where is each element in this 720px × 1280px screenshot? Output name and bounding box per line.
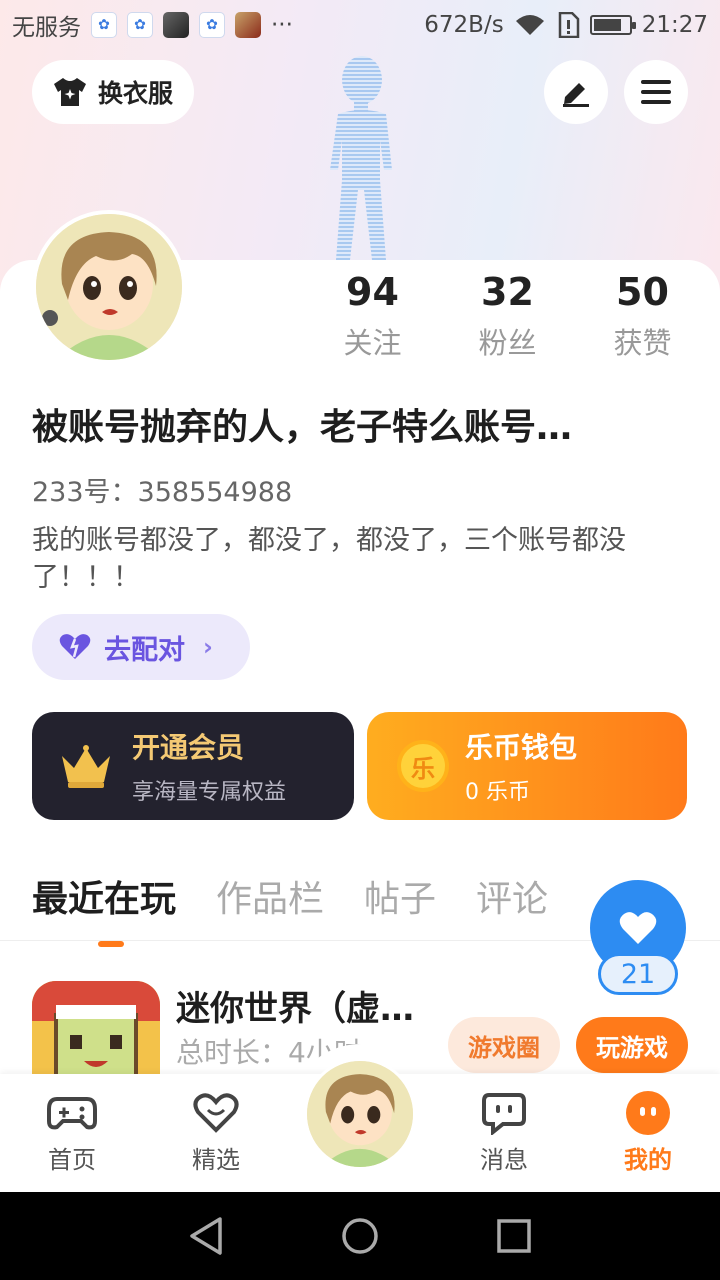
chevron-right-icon: › xyxy=(203,633,213,661)
nav-home-label: 首页 xyxy=(48,1146,96,1174)
pair-label: 去配对 xyxy=(104,634,185,666)
profile-face-icon xyxy=(626,1091,670,1135)
app-notification-icon xyxy=(235,12,261,38)
anime-girl-avatar-image xyxy=(36,214,182,360)
favorite-count-badge: 21 xyxy=(598,953,678,995)
nav-mine[interactable]: 我的 xyxy=(598,1090,698,1175)
network-speed: 672B/s xyxy=(424,12,504,38)
nav-mine-label: 我的 xyxy=(624,1146,672,1174)
profile-stats: 94 关注 32 粉丝 50 获赞 xyxy=(305,268,710,362)
sim-alert-icon xyxy=(558,12,579,38)
edit-profile-button[interactable] xyxy=(544,60,608,124)
anime-girl-avatar-image xyxy=(307,1061,413,1167)
tab-posts[interactable]: 帖子 xyxy=(364,870,436,922)
following-stat[interactable]: 94 关注 xyxy=(305,268,440,362)
coin-glyph: 乐 xyxy=(411,754,435,783)
baidu-paw-icon: ✿ xyxy=(199,12,225,38)
tshirt-icon xyxy=(54,78,86,106)
nav-home[interactable]: 首页 xyxy=(22,1090,122,1175)
vip-subtitle: 享海量专属权益 xyxy=(132,780,287,805)
nav-messages-label: 消息 xyxy=(480,1146,528,1174)
tab-works[interactable]: 作品栏 xyxy=(216,870,324,922)
baidu-paw-icon: ✿ xyxy=(127,12,153,38)
nav-messages[interactable]: 消息 xyxy=(454,1090,554,1175)
clock-time: 21:27 xyxy=(641,12,708,38)
nav-featured-label: 精选 xyxy=(192,1146,240,1174)
gallery-notification-icon xyxy=(163,12,189,38)
following-label: 关注 xyxy=(343,326,402,360)
nav-center-avatar[interactable] xyxy=(304,1058,416,1170)
wallet-balance: 0 乐币 xyxy=(465,780,530,805)
user-nickname: 被账号抛弃的人，老子特么账号… xyxy=(32,407,573,448)
tab-recently-played[interactable]: 最近在玩 xyxy=(32,870,176,947)
heart-pair-icon xyxy=(59,634,91,659)
pair-button[interactable]: 去配对 › xyxy=(32,614,250,680)
following-count: 94 xyxy=(346,270,399,314)
user-id[interactable]: 233号：358554988 xyxy=(32,470,292,509)
user-bio: 我的账号都没了，都没了，都没了，三个账号都没了！！！ xyxy=(32,525,626,593)
fans-label: 粉丝 xyxy=(478,326,537,360)
game-circle-button[interactable]: 游戏圈 xyxy=(448,1017,560,1073)
gamepad-icon xyxy=(47,1097,97,1130)
tab-comments[interactable]: 评论 xyxy=(476,870,548,922)
menu-button[interactable] xyxy=(624,60,688,124)
heart-icon xyxy=(619,912,657,944)
likes-stat[interactable]: 50 获赞 xyxy=(575,268,710,362)
system-navigation-bar xyxy=(0,1192,720,1280)
game-name: 迷你世界（虚… xyxy=(176,989,414,1029)
more-notifications-icon: ··· xyxy=(271,12,293,38)
fans-stat[interactable]: 32 粉丝 xyxy=(440,268,575,362)
coin-icon: 乐 xyxy=(397,740,449,792)
change-outfit-label: 换衣服 xyxy=(98,79,174,108)
heart-outline-icon xyxy=(193,1093,239,1133)
pen-icon xyxy=(563,83,589,107)
chat-bubble-icon xyxy=(482,1093,526,1135)
wifi-icon xyxy=(515,15,544,35)
home-circle-icon[interactable] xyxy=(340,1216,380,1256)
fans-count: 32 xyxy=(481,270,534,314)
coin-wallet-card[interactable]: 乐 乐币钱包 0 乐币 xyxy=(367,712,687,820)
likes-label: 获赞 xyxy=(613,326,672,360)
status-bar: 无服务 ✿ ✿ ✿ ··· 672B/s 21:27 xyxy=(0,0,720,50)
user-avatar[interactable] xyxy=(32,210,186,364)
baidu-paw-icon: ✿ xyxy=(91,12,117,38)
recent-apps-square-icon[interactable] xyxy=(496,1218,532,1254)
wallet-title: 乐币钱包 xyxy=(465,731,578,764)
crown-icon xyxy=(62,745,110,788)
play-game-button[interactable]: 玩游戏 xyxy=(576,1017,688,1073)
battery-icon xyxy=(589,15,636,35)
vip-membership-card[interactable]: 开通会员 享海量专属权益 xyxy=(32,712,354,820)
carrier-text: 无服务 xyxy=(12,15,81,41)
vip-title: 开通会员 xyxy=(132,731,245,764)
change-outfit-button[interactable]: 换衣服 xyxy=(32,60,194,124)
nav-featured[interactable]: 精选 xyxy=(166,1090,266,1175)
back-triangle-icon[interactable] xyxy=(188,1216,224,1256)
avatar-hologram-figure[interactable] xyxy=(300,50,420,265)
likes-count: 50 xyxy=(616,270,669,314)
hamburger-menu-icon xyxy=(641,80,671,104)
profile-tabs: 最近在玩 作品栏 帖子 评论 xyxy=(32,870,548,947)
